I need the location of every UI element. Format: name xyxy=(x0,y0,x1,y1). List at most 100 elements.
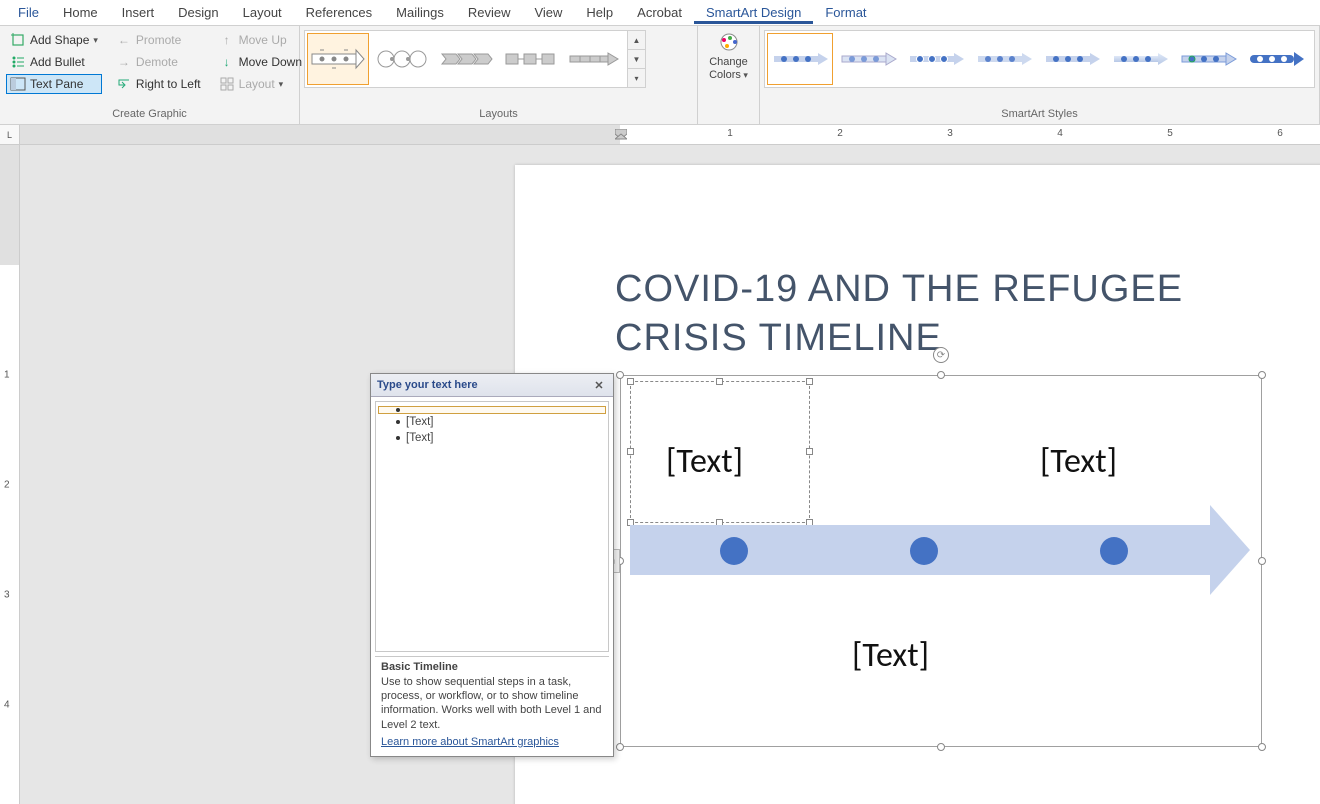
text-pane-item-2-text[interactable]: [Text] xyxy=(406,416,433,428)
resize-handle-e[interactable] xyxy=(1258,557,1266,565)
move-up-label: Move Up xyxy=(239,33,287,47)
text-pane-item-1[interactable] xyxy=(378,406,606,414)
tab-insert[interactable]: Insert xyxy=(110,1,167,24)
move-down-icon: ↓ xyxy=(219,54,235,70)
text-pane-close-icon[interactable]: ✕ xyxy=(591,377,607,393)
styles-gallery[interactable] xyxy=(764,30,1315,88)
layouts-gallery-up[interactable]: ▲ xyxy=(628,31,645,50)
shape-handle-n[interactable] xyxy=(716,378,723,385)
timeline-arrow-head xyxy=(1210,505,1250,595)
change-colors-label-2: Colors xyxy=(709,69,748,82)
move-down-button[interactable]: ↓ Move Down xyxy=(215,52,306,72)
text-pane-item-2[interactable]: [Text] xyxy=(378,414,606,430)
style-option-8[interactable] xyxy=(1243,33,1309,85)
resize-handle-se[interactable] xyxy=(1258,743,1266,751)
add-bullet-button[interactable]: Add Bullet xyxy=(6,52,102,72)
page-title[interactable]: COVID-19 AND THE REFUGEE CRISIS TIMELINE xyxy=(615,265,1291,364)
resize-handle-s[interactable] xyxy=(937,743,945,751)
bullet-icon xyxy=(396,436,400,440)
timeline-dot-2[interactable] xyxy=(910,537,938,565)
move-up-icon: ↑ xyxy=(219,32,235,48)
ribbon: Add Shape Add Bullet Text Pane ← Promote… xyxy=(0,26,1320,125)
smartart-object[interactable]: ⟳ ◂ [Text] [Text] [Te xyxy=(620,375,1262,747)
style-option-5[interactable] xyxy=(1039,33,1105,85)
layout-option-circle-accent[interactable] xyxy=(371,33,433,85)
tab-layout[interactable]: Layout xyxy=(231,1,294,24)
ribbon-tabs[interactable]: File Home Insert Design Layout Reference… xyxy=(0,0,1320,26)
timeline-dot-1[interactable] xyxy=(720,537,748,565)
tab-references[interactable]: References xyxy=(294,1,384,24)
text-pane-list[interactable]: [Text] [Text] xyxy=(375,401,609,652)
vertical-ruler[interactable]: 1 2 3 4 xyxy=(0,145,20,804)
demote-icon: → xyxy=(116,54,132,70)
tab-mailings[interactable]: Mailings xyxy=(384,1,456,24)
text-pane-learn-more-link[interactable]: Learn more about SmartArt graphics xyxy=(381,736,603,748)
resize-handle-n[interactable] xyxy=(937,371,945,379)
add-shape-label: Add Shape xyxy=(30,33,89,47)
layout-option-connected-blocks[interactable] xyxy=(499,33,561,85)
layouts-gallery[interactable]: ▲ ▼ ▾ xyxy=(304,30,646,88)
resize-handle-sw[interactable] xyxy=(616,743,624,751)
promote-icon: ← xyxy=(116,32,132,48)
shape-handle-ne[interactable] xyxy=(806,378,813,385)
style-option-6[interactable] xyxy=(1107,33,1173,85)
style-option-7[interactable] xyxy=(1175,33,1241,85)
text-pane-description-title: Basic Timeline xyxy=(381,661,603,673)
style-option-4[interactable] xyxy=(971,33,1037,85)
hruler-ticks xyxy=(20,125,1320,145)
promote-button: ← Promote xyxy=(112,30,205,50)
change-colors-button[interactable]: Change Colors xyxy=(704,30,753,82)
change-colors-group-label xyxy=(698,120,759,124)
layouts-gallery-more[interactable]: ▾ xyxy=(628,69,645,87)
layout-option-basic-timeline[interactable] xyxy=(307,33,369,85)
style-option-2[interactable] xyxy=(835,33,901,85)
rotate-handle[interactable]: ⟳ xyxy=(933,347,949,363)
style-option-3[interactable] xyxy=(903,33,969,85)
text-pane-item-3-text[interactable]: [Text] xyxy=(406,432,433,444)
layout-icon xyxy=(219,76,235,92)
left-margin-marker[interactable] xyxy=(615,129,625,141)
resize-handle-ne[interactable] xyxy=(1258,371,1266,379)
text-pane-button[interactable]: Text Pane xyxy=(6,74,102,94)
tab-help[interactable]: Help xyxy=(574,1,625,24)
tab-design[interactable]: Design xyxy=(166,1,230,24)
smartart-text-2[interactable]: [Text] xyxy=(1040,441,1117,482)
text-pane-header[interactable]: Type your text here ✕ xyxy=(371,374,613,397)
right-to-left-button[interactable]: Right to Left xyxy=(112,74,205,94)
layout-button: Layout xyxy=(215,74,306,94)
layout-option-segmented-arrow[interactable] xyxy=(563,33,625,85)
tab-review[interactable]: Review xyxy=(456,1,523,24)
right-to-left-label: Right to Left xyxy=(136,77,201,91)
shape-handle-nw[interactable] xyxy=(627,378,634,385)
smartart-text-1[interactable]: [Text] xyxy=(666,441,743,482)
layout-label: Layout xyxy=(239,77,275,91)
tab-home[interactable]: Home xyxy=(51,1,110,24)
shape-handle-e[interactable] xyxy=(806,448,813,455)
group-change-colors: Change Colors xyxy=(698,26,760,124)
tab-view[interactable]: View xyxy=(522,1,574,24)
layouts-gallery-scroll[interactable]: ▲ ▼ ▾ xyxy=(627,31,645,87)
layout-option-chevron[interactable] xyxy=(435,33,497,85)
resize-handle-nw[interactable] xyxy=(616,371,624,379)
text-pane-item-3[interactable]: [Text] xyxy=(378,430,606,446)
shape-handle-w[interactable] xyxy=(627,448,634,455)
tab-file[interactable]: File xyxy=(6,1,51,24)
tab-smartart-design[interactable]: SmartArt Design xyxy=(694,1,813,24)
add-bullet-icon xyxy=(10,54,26,70)
smartart-text-pane[interactable]: Type your text here ✕ [Text] [Text] Basi… xyxy=(370,373,614,757)
tab-acrobat[interactable]: Acrobat xyxy=(625,1,694,24)
group-layouts: ▲ ▼ ▾ Layouts xyxy=(300,26,698,124)
group-smartart-styles: SmartArt Styles xyxy=(760,26,1320,124)
timeline-dot-3[interactable] xyxy=(1100,537,1128,565)
add-shape-button[interactable]: Add Shape xyxy=(6,30,102,50)
smartart-text-3[interactable]: [Text] xyxy=(852,635,929,676)
tab-format[interactable]: Format xyxy=(813,1,878,24)
ruler-corner[interactable]: L xyxy=(0,125,20,145)
style-option-1[interactable] xyxy=(767,33,833,85)
text-pane-label: Text Pane xyxy=(30,77,83,91)
document-workspace[interactable]: L 1 2 3 4 5 6 1 2 3 4 COVID-19 AND THE R… xyxy=(0,125,1320,804)
horizontal-ruler[interactable]: 1 2 3 4 5 6 xyxy=(20,125,1320,145)
layouts-gallery-down[interactable]: ▼ xyxy=(628,50,645,69)
smartart-timeline-arrow[interactable] xyxy=(630,505,1250,595)
bullet-icon xyxy=(396,408,400,412)
